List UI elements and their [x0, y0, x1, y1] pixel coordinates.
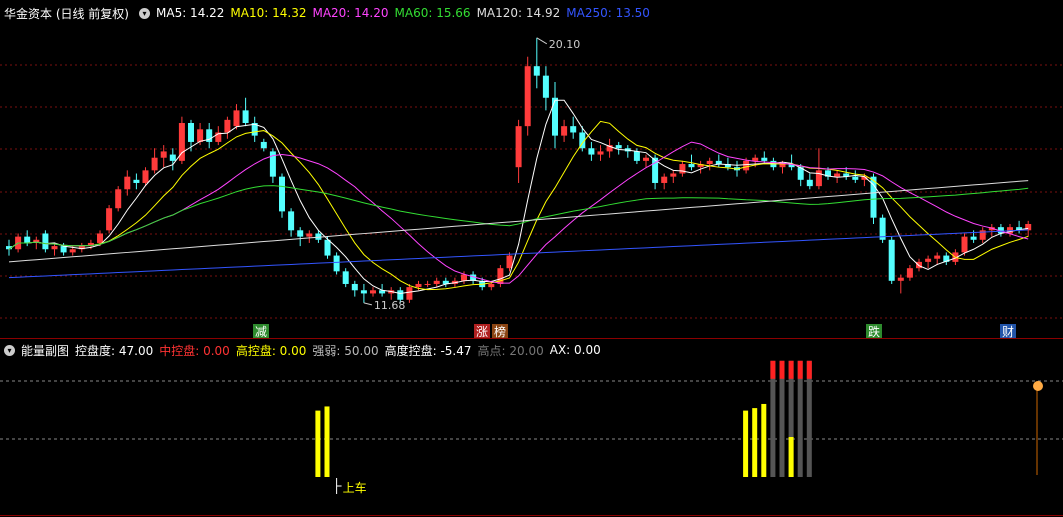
energy-bar-cap: [806, 360, 812, 379]
energy-bar: [761, 403, 767, 477]
bottom-axis-line: [0, 515, 1063, 516]
sub-chevron-icon[interactable]: ▾: [4, 344, 15, 356]
chart-divider: [0, 338, 1063, 339]
strength-label: 强弱: 50.00: [312, 343, 379, 358]
mid-control-label: 中控盘: 0.00: [159, 343, 230, 358]
energy-bar: [752, 408, 758, 477]
height-control-label: 高度控盘: -5.47: [384, 343, 472, 358]
settings-chevron-icon[interactable]: ▾: [139, 7, 150, 19]
signal-label: 上车: [343, 480, 367, 495]
energy-bar-cap: [788, 360, 794, 379]
ma120-label: MA120: 14.92: [476, 6, 561, 20]
energy-bar-cap: [779, 360, 785, 379]
ma250-label: MA250: 13.50: [566, 6, 650, 20]
energy-bar-yellow: [788, 437, 794, 477]
energy-bar: [324, 406, 330, 477]
ax-label: AX: 0.00: [549, 343, 601, 357]
energy-bar: [315, 410, 321, 477]
control-degree-label: 控盘度: 47.00: [75, 343, 154, 358]
energy-subchart[interactable]: 上车: [0, 0, 1063, 517]
high-control-label: 高控盘: 0.00: [235, 343, 307, 358]
ma10-label: MA10: 14.32: [230, 6, 307, 20]
ma5-label: MA5: 14.22: [156, 6, 225, 20]
high-point-label: 高点: 20.00: [477, 343, 544, 358]
flag-icon[interactable]: [1033, 381, 1043, 391]
sub-chart-header: ▾ 能量副图 控盘度: 47.00 中控盘: 0.00 高控盘: 0.00 强弱…: [0, 340, 607, 360]
stock-title[interactable]: 华金资本 (日线 前复权): [4, 5, 129, 22]
energy-bar-cap: [770, 360, 776, 379]
sub-title[interactable]: 能量副图: [21, 342, 69, 359]
ma60-label: MA60: 15.66: [394, 6, 471, 20]
energy-bar-cap: [797, 360, 803, 379]
main-chart-header: 华金资本 (日线 前复权) ▾ MA5: 14.22 MA10: 14.32 M…: [0, 3, 656, 23]
ma20-label: MA20: 14.20: [312, 6, 389, 20]
energy-bar: [743, 410, 749, 477]
